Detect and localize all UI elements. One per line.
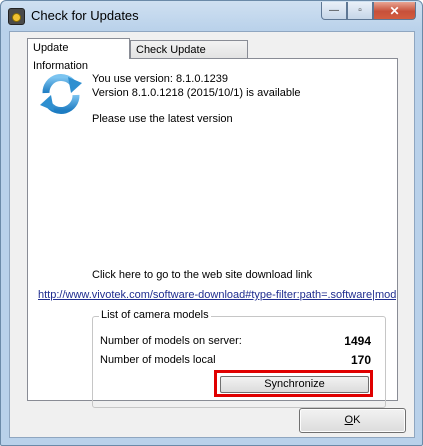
- camera-models-group: List of camera models Number of models o…: [92, 309, 386, 408]
- advice-text: Please use the latest version: [92, 113, 233, 125]
- dialog-body: Update Information Check Update Settings…: [9, 31, 415, 438]
- ok-accelerator: O: [344, 414, 354, 426]
- ok-button[interactable]: OK: [299, 408, 406, 433]
- local-models-count: 170: [350, 353, 371, 367]
- tab-check-update-settings[interactable]: Check Update Settings: [130, 40, 248, 74]
- maximize-icon: ▫: [358, 5, 362, 16]
- minimize-button[interactable]: —: [321, 2, 347, 20]
- maximize-button[interactable]: ▫: [347, 2, 373, 20]
- window-controls: — ▫ ✕: [321, 2, 416, 21]
- minimize-icon: —: [329, 5, 339, 16]
- goto-download-text: Click here to go to the web site downloa…: [92, 269, 313, 281]
- close-icon: ✕: [389, 3, 400, 18]
- server-models-count: 1494: [344, 334, 371, 348]
- close-button[interactable]: ✕: [373, 2, 416, 20]
- update-info-text: You use version: 8.1.0.1239 Version 8.1.…: [92, 69, 390, 235]
- current-version-text: You use version: 8.1.0.1239: [92, 73, 228, 85]
- check-for-updates-window: Check for Updates — ▫ ✕ Update Informati…: [0, 0, 423, 446]
- synchronize-button[interactable]: Synchronize: [220, 376, 369, 393]
- camera-models-legend: List of camera models: [99, 309, 211, 321]
- update-information-panel: You use version: 8.1.0.1239 Version 8.1.…: [27, 58, 398, 408]
- title-bar[interactable]: Check for Updates — ▫ ✕: [1, 1, 422, 31]
- ok-label-rest: K: [353, 414, 361, 426]
- refresh-icon: [40, 73, 82, 115]
- tab-update-information[interactable]: Update Information: [27, 38, 130, 72]
- available-version-text: Version 8.1.0.1218 (2015/10/1) is availa…: [92, 87, 301, 99]
- camera-app-icon[interactable]: [8, 8, 25, 25]
- local-models-label: Number of models local: [100, 354, 216, 366]
- server-models-label: Number of models on server:: [100, 335, 242, 347]
- synchronize-highlight: Synchronize: [214, 370, 373, 397]
- download-link[interactable]: http://www.vivotek.com/software-download…: [38, 289, 396, 301]
- window-title: Check for Updates: [31, 8, 139, 23]
